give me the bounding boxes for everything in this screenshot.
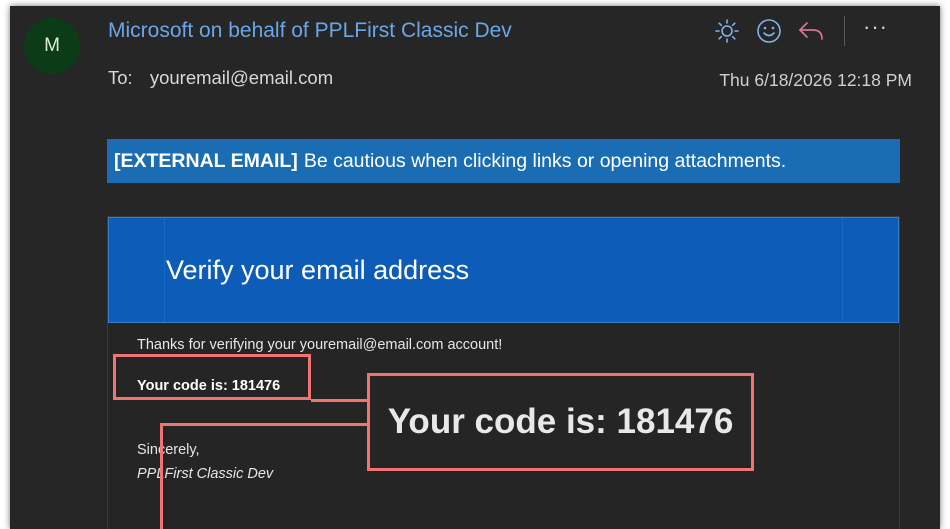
reply-icon[interactable] <box>794 16 828 46</box>
callout-connector-top <box>160 423 367 426</box>
signature-text: PPLFirst Classic Dev <box>137 466 274 482</box>
brightness-icon[interactable] <box>710 16 744 46</box>
sender-avatar[interactable]: M <box>24 18 80 74</box>
message-toolbar: ··· <box>710 16 888 46</box>
header-divider-left <box>164 218 165 322</box>
code-highlight-box <box>113 354 311 400</box>
sender-name[interactable]: Microsoft on behalf of PPLFirst Classic … <box>108 19 512 43</box>
recipient-address[interactable]: youremail@email.com <box>150 67 333 88</box>
more-icon[interactable]: ··· <box>863 16 888 38</box>
external-warning-text: Be cautious when clicking links or openi… <box>303 149 787 172</box>
email-heading: Verify your email address <box>166 255 470 285</box>
callout-connector-h <box>311 399 367 402</box>
header-divider-right <box>842 218 843 322</box>
code-callout-text: Your code is: 181476 <box>387 402 734 441</box>
external-email-banner: [EXTERNAL EMAIL] Be cautious when clicki… <box>107 139 900 183</box>
emoji-icon[interactable] <box>752 16 786 46</box>
sent-date: Thu 6/18/2026 12:18 PM <box>719 70 912 90</box>
callout-connector-down <box>160 423 163 529</box>
recipient-row: To: youremail@email.com <box>108 67 333 89</box>
code-callout-box: Your code is: 181476 <box>367 373 754 471</box>
card-header: Verify your email address <box>108 217 899 323</box>
to-label: To: <box>108 67 133 88</box>
closing-text: Sincerely, <box>137 442 200 458</box>
toolbar-separator <box>844 16 845 46</box>
external-tag: [EXTERNAL EMAIL] <box>114 149 298 172</box>
thanks-text: Thanks for verifying your youremail@emai… <box>137 337 503 353</box>
